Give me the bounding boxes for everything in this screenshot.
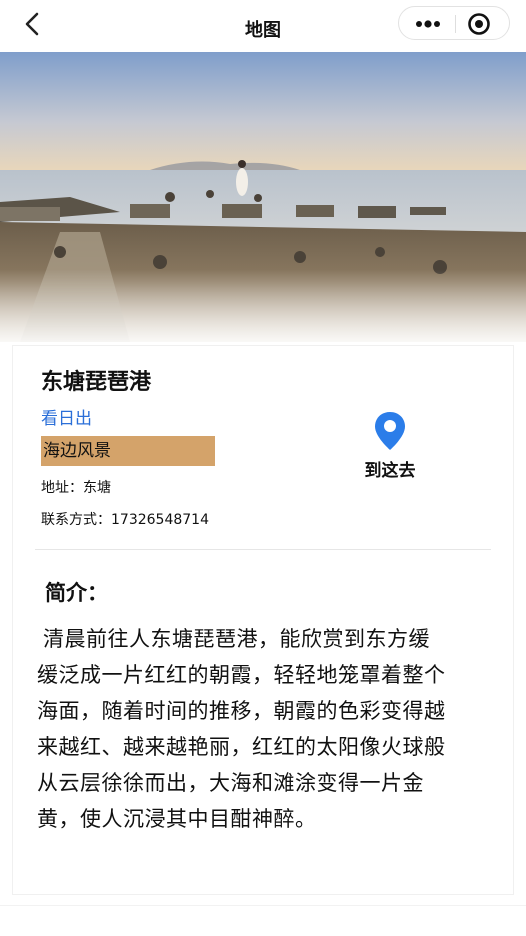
category-tag: 海边风景: [41, 436, 215, 466]
target-icon[interactable]: [467, 12, 491, 36]
contact-text: 联系方式：17326548714: [41, 512, 209, 528]
section-divider: [35, 549, 491, 550]
mini-program-capsule: [398, 6, 510, 40]
place-card: 东塘琵琶港 看日出 海边风景 地址：东塘 联系方式：17326548714 到这…: [12, 345, 514, 895]
bottom-area: [0, 905, 526, 936]
nav-bar: 地图: [0, 0, 526, 52]
place-name: 东塘琵琶港: [41, 370, 152, 395]
tag-link[interactable]: 看日出: [41, 404, 92, 429]
navigate-button[interactable]: 到这去: [355, 410, 425, 482]
capsule-divider: [455, 15, 456, 33]
navigate-label: 到这去: [364, 461, 416, 481]
intro-heading: 简介：: [45, 581, 108, 605]
location-pin-icon: [373, 410, 407, 452]
hero-photo: [0, 52, 526, 342]
intro-text: 清晨前往人东塘琵琶港，能欣赏到东方缓缓泛成一片红红的朝霞，轻轻地笼罩着整个海面，…: [37, 627, 446, 831]
more-dots-icon[interactable]: [411, 15, 445, 33]
address-text: 地址：东塘: [41, 480, 111, 496]
